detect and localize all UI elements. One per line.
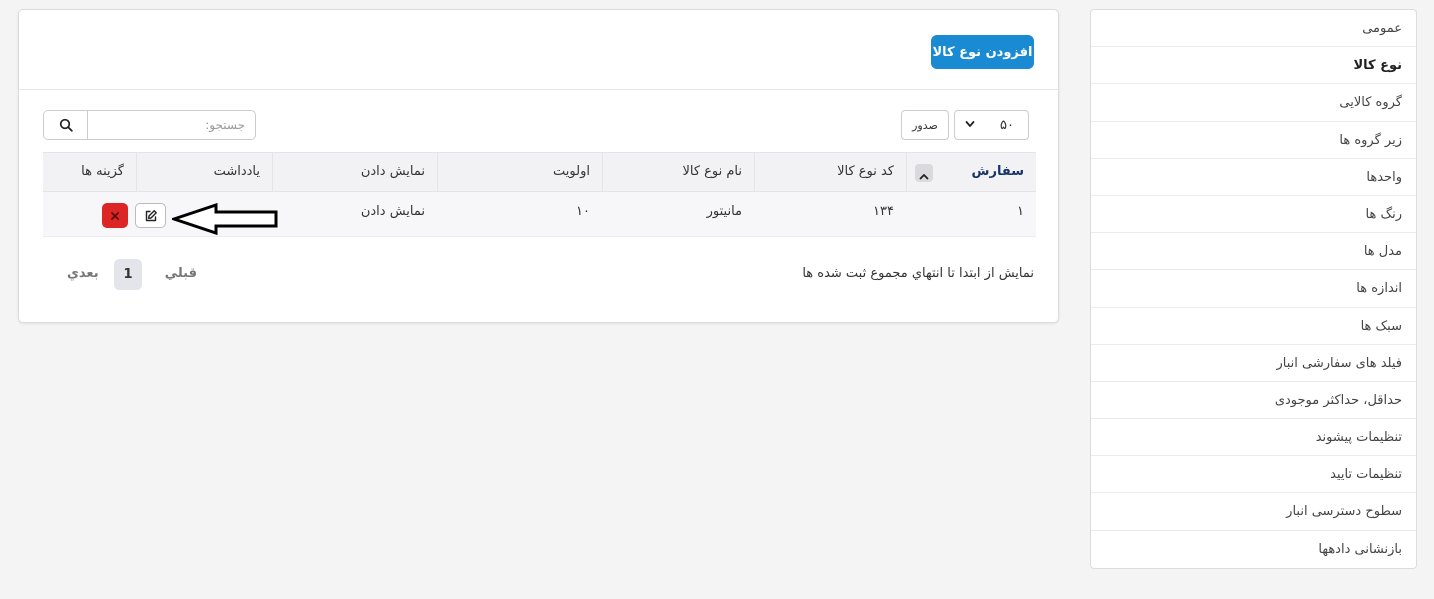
sidebar-item-subgroups[interactable]: زیر گروه ها	[1091, 122, 1416, 159]
rows-per-page-select[interactable]: ۵۰	[954, 110, 1029, 140]
sidebar-item-sizes[interactable]: اندازه ها	[1091, 270, 1416, 308]
column-header-code[interactable]: کد نوع کالا	[754, 153, 906, 191]
cell-code: ۱۳۴	[873, 204, 894, 219]
chevron-up-icon	[919, 174, 929, 180]
cell-options	[43, 192, 166, 237]
pagination-previous[interactable]: قبلي	[165, 266, 197, 281]
export-button[interactable]: صدور	[901, 110, 949, 140]
sidebar-item-colors[interactable]: رنگ ها	[1091, 196, 1416, 234]
sidebar-item-custom-fields[interactable]: فیلد های سفارشی انبار	[1091, 345, 1416, 382]
close-icon	[111, 211, 119, 220]
product-type-card: افزودن نوع کالا ۵۰ صدور سفارش	[18, 9, 1059, 323]
cell-priority: ۱۰	[576, 204, 590, 219]
column-header-label: سفارش	[971, 164, 1024, 179]
pagination: قبلي 1 بعدي	[67, 259, 197, 291]
search-input[interactable]	[88, 111, 255, 139]
sidebar-item-general[interactable]: عمومی	[1091, 10, 1416, 48]
rows-per-page-value: ۵۰	[1000, 118, 1014, 133]
edit-button[interactable]	[135, 203, 166, 228]
sort-toggle[interactable]	[915, 164, 933, 182]
sidebar-item-units[interactable]: واحدها	[1091, 159, 1416, 196]
sidebar-item-prefix-settings[interactable]: تنظیمات پیشوند	[1091, 419, 1416, 457]
table-header: سفارش کد نوع کالا نام نوع کالا اولویت نم…	[43, 152, 1036, 192]
sidebar-item-min-max-stock[interactable]: حداقل، حداکثر موجودی	[1091, 382, 1416, 420]
table-info-text: نمایش از ابتدا تا انتهاي مجموع ثبت شده ه…	[802, 266, 1034, 281]
sidebar-item-approval-settings[interactable]: تنظیمات تایید	[1091, 456, 1416, 494]
sidebar-item-product-group[interactable]: گروه کالایی	[1091, 84, 1416, 122]
card-header: افزودن نوع کالا	[19, 10, 1058, 90]
pagination-next[interactable]: بعدي	[67, 266, 99, 281]
pagination-page-current[interactable]: 1	[114, 259, 142, 290]
sidebar-item-reset-data[interactable]: بازنشانی دادهها	[1091, 531, 1416, 568]
column-header-priority[interactable]: اولویت	[437, 153, 602, 191]
column-header-name[interactable]: نام نوع کالا	[602, 153, 754, 191]
column-header-display[interactable]: نمایش دادن	[272, 153, 437, 191]
search-button[interactable]	[44, 111, 88, 139]
chevron-down-icon	[965, 121, 975, 127]
add-product-type-button[interactable]: افزودن نوع کالا	[931, 35, 1034, 69]
search-icon	[59, 118, 73, 132]
sidebar-item-styles[interactable]: سبک ها	[1091, 308, 1416, 345]
sidebar-item-models[interactable]: مدل ها	[1091, 233, 1416, 271]
settings-sidebar: عمومی نوع کالا گروه کالایی زیر گروه ها و…	[1090, 9, 1417, 569]
sidebar-item-access-levels[interactable]: سطوح دسترسی انبار	[1091, 493, 1416, 531]
cell-order: ۱	[1017, 204, 1024, 219]
pointer-arrow-icon	[172, 203, 278, 236]
search-box	[43, 110, 256, 140]
column-header-options: گزینه ها	[81, 164, 124, 179]
edit-icon	[145, 209, 157, 221]
column-header-order[interactable]: سفارش	[906, 153, 1036, 191]
sidebar-item-product-type[interactable]: نوع کالا	[1091, 47, 1416, 85]
cell-display: نمایش دادن	[360, 204, 425, 219]
cell-name: مانیتور	[706, 204, 742, 219]
delete-button[interactable]	[102, 203, 128, 228]
column-header-note[interactable]: یادداشت	[136, 153, 272, 191]
